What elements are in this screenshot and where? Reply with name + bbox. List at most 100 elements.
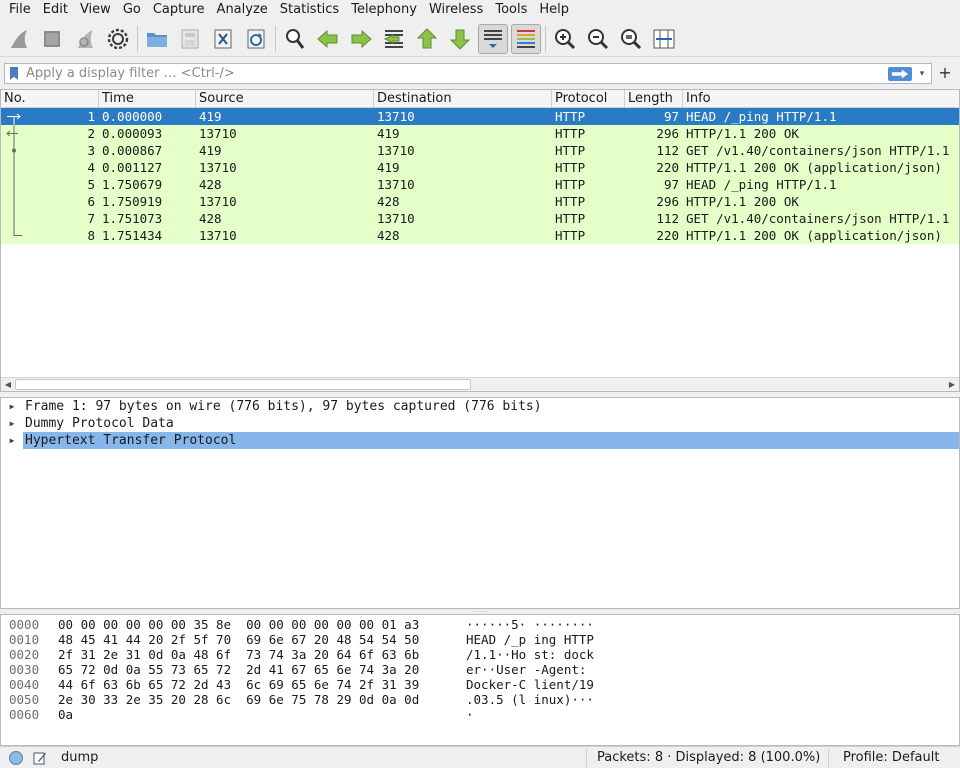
zoom-in-button[interactable] xyxy=(550,24,580,54)
column-header-length[interactable]: Length xyxy=(625,90,683,107)
conversation-link-icon xyxy=(13,210,15,227)
ascii-bytes[interactable]: /1.1··Ho st: dock xyxy=(466,647,594,662)
zoom-in-icon xyxy=(555,28,576,49)
open-file-button[interactable] xyxy=(142,24,172,54)
packet-row[interactable]: 8 1.751434 13710 428 HTTP 220 HTTP/1.1 200 OK … xyxy=(1,227,959,244)
detail-tree-item[interactable]: ▶ Dummy Protocol Data xyxy=(1,415,959,432)
detail-tree-item[interactable]: ▶ Frame 1: 97 bytes on wire (776 bits), 9… xyxy=(1,398,959,415)
column-header-no[interactable]: No. xyxy=(1,90,99,107)
zoom-normal-button[interactable] xyxy=(616,24,646,54)
zoom-out-button[interactable] xyxy=(583,24,613,54)
packet-row[interactable]: 7 1.751073 428 13710 HTTP 112 GET /v1.40/conta… xyxy=(1,210,959,227)
stop-capture-button[interactable] xyxy=(37,24,67,54)
start-capture-button[interactable] xyxy=(4,24,34,54)
column-header-protocol[interactable]: Protocol xyxy=(552,90,625,107)
profile-status[interactable]: Profile: Default xyxy=(843,750,939,765)
filter-history-dropdown[interactable]: ▾ xyxy=(915,69,929,79)
ascii-bytes[interactable]: ······5· ········ xyxy=(466,617,594,632)
packet-row[interactable]: 6 1.750919 13710 428 HTTP 296 HTTP/1.1 200 OK xyxy=(1,193,959,210)
close-file-button[interactable] xyxy=(208,24,238,54)
go-to-packet-button[interactable] xyxy=(379,24,409,54)
last-packet-icon xyxy=(449,29,471,50)
capture-options-button[interactable] xyxy=(103,24,133,54)
menu-tools[interactable]: Tools xyxy=(489,0,533,20)
first-packet-button[interactable] xyxy=(412,24,442,54)
ascii-bytes[interactable]: · xyxy=(466,707,474,722)
hex-dump-row: 0040 44 6f 63 6b 65 72 2d 43 6c 69 65 6e … xyxy=(1,677,959,692)
column-header-destination[interactable]: Destination xyxy=(374,90,552,107)
find-packet-button[interactable] xyxy=(280,24,310,54)
menu-wireless[interactable]: Wireless xyxy=(423,0,489,20)
hex-offset[interactable]: 0020 xyxy=(1,647,58,662)
packet-cell-time-text: 1.751073 xyxy=(102,211,163,226)
expand-arrow-icon[interactable]: ▶ xyxy=(1,436,23,445)
ascii-bytes[interactable]: HEAD /_p ing HTTP xyxy=(466,632,594,647)
display-filter-input[interactable] xyxy=(21,66,888,81)
packet-cell-info-text: HTTP/1.1 200 OK xyxy=(686,194,799,209)
packet-cell-no: 3 xyxy=(1,142,99,159)
menu-view[interactable]: View xyxy=(74,0,117,20)
packet-row[interactable]: 1 0.000000 419 13710 HTTP 97 HEAD /_ping HTTP/… xyxy=(1,108,959,125)
column-header-info[interactable]: Info xyxy=(683,90,959,107)
packet-cell-time-text: 0.000867 xyxy=(102,143,163,158)
ascii-bytes[interactable]: Docker-C lient/19 xyxy=(466,677,594,692)
go-forward-button[interactable] xyxy=(346,24,376,54)
packet-list-horizontal-scrollbar[interactable]: ◀ ▶ xyxy=(1,377,959,391)
menu-go[interactable]: Go xyxy=(117,0,147,20)
ascii-bytes[interactable]: .03.5 (l inux)··· xyxy=(466,692,594,707)
filter-bookmark-button[interactable] xyxy=(7,64,21,83)
menu-file[interactable]: File xyxy=(3,0,37,20)
scroll-left-icon[interactable]: ◀ xyxy=(1,378,15,391)
detail-tree-item[interactable]: ▶ Hypertext Transfer Protocol xyxy=(1,432,959,449)
hex-bytes[interactable]: 2e 30 33 2e 35 20 28 6c 69 6e 75 78 29 0… xyxy=(58,692,466,707)
last-packet-button[interactable] xyxy=(445,24,475,54)
column-header-time[interactable]: Time xyxy=(99,90,196,107)
expert-info-indicator-icon[interactable] xyxy=(9,750,23,765)
resize-columns-button[interactable] xyxy=(649,24,679,54)
packet-cell-time-text: 1.751434 xyxy=(102,228,163,243)
expand-arrow-icon[interactable]: ▶ xyxy=(1,402,23,411)
reload-file-button[interactable] xyxy=(241,24,271,54)
hex-offset[interactable]: 0010 xyxy=(1,632,58,647)
hex-bytes[interactable]: 2f 31 2e 31 0d 0a 48 6f 73 74 3a 20 64 6… xyxy=(58,647,466,662)
shark-fin-start-icon xyxy=(11,29,27,48)
packet-row[interactable]: 4 0.001127 13710 419 HTTP 220 HTTP/1.1 200 OK … xyxy=(1,159,959,176)
hex-offset[interactable]: 0060 xyxy=(1,707,58,722)
colorize-button[interactable] xyxy=(511,23,541,54)
menu-statistics[interactable]: Statistics xyxy=(274,0,345,20)
resize-columns-icon xyxy=(653,29,675,48)
apply-filter-button[interactable] xyxy=(888,66,912,81)
hex-bytes[interactable]: 65 72 0d 0a 55 73 65 72 2d 41 67 65 6e 7… xyxy=(58,662,466,677)
menu-telephony[interactable]: Telephony xyxy=(345,0,423,20)
menu-capture[interactable]: Capture xyxy=(147,0,211,20)
restart-capture-button[interactable] xyxy=(70,24,100,54)
hex-bytes[interactable]: 00 00 00 00 00 00 35 8e 00 00 00 00 00 0… xyxy=(58,617,466,632)
column-header-source[interactable]: Source xyxy=(196,90,374,107)
menu-analyze[interactable]: Analyze xyxy=(211,0,274,20)
packet-row[interactable]: 5 1.750679 428 13710 HTTP 97 HEAD /_ping HTTP/… xyxy=(1,176,959,193)
scroll-right-icon[interactable]: ▶ xyxy=(945,378,959,391)
hex-bytes[interactable]: 48 45 41 44 20 2f 5f 70 69 6e 67 20 48 5… xyxy=(58,632,466,647)
packet-cell-destination: 13710 xyxy=(374,176,552,193)
hex-bytes[interactable]: 0a xyxy=(58,707,466,722)
hex-bytes[interactable]: 44 6f 63 6b 65 72 2d 43 6c 69 65 6e 74 2… xyxy=(58,677,466,692)
hex-offset[interactable]: 0030 xyxy=(1,662,58,677)
packet-row[interactable]: 3 0.000867 419 13710 HTTP 112 GET /v1.40/conta… xyxy=(1,142,959,159)
capture-comment-button[interactable] xyxy=(33,751,47,765)
packet-cell-source: 419 xyxy=(196,142,374,159)
menu-help[interactable]: Help xyxy=(533,0,575,20)
save-file-button[interactable] xyxy=(175,24,205,54)
ascii-bytes[interactable]: er··User -Agent: xyxy=(466,662,594,677)
packet-row[interactable]: 2 0.000093 13710 419 HTTP 296 HTTP/1.1 200 OK xyxy=(1,125,959,142)
go-back-button[interactable] xyxy=(313,24,343,54)
hex-offset[interactable]: 0000 xyxy=(1,617,58,632)
expand-arrow-icon[interactable]: ▶ xyxy=(1,419,23,428)
autoscroll-button[interactable] xyxy=(478,23,508,54)
packet-cell-source-text: 13710 xyxy=(199,228,237,243)
hex-offset[interactable]: 0050 xyxy=(1,692,58,707)
scrollbar-thumb[interactable] xyxy=(15,379,471,390)
hex-offset[interactable]: 0040 xyxy=(1,677,58,692)
hex-dump-row: 0000 00 00 00 00 00 00 35 8e 00 00 00 00 … xyxy=(1,617,959,632)
add-filter-button[interactable]: + xyxy=(936,63,954,84)
menu-edit[interactable]: Edit xyxy=(37,0,74,20)
